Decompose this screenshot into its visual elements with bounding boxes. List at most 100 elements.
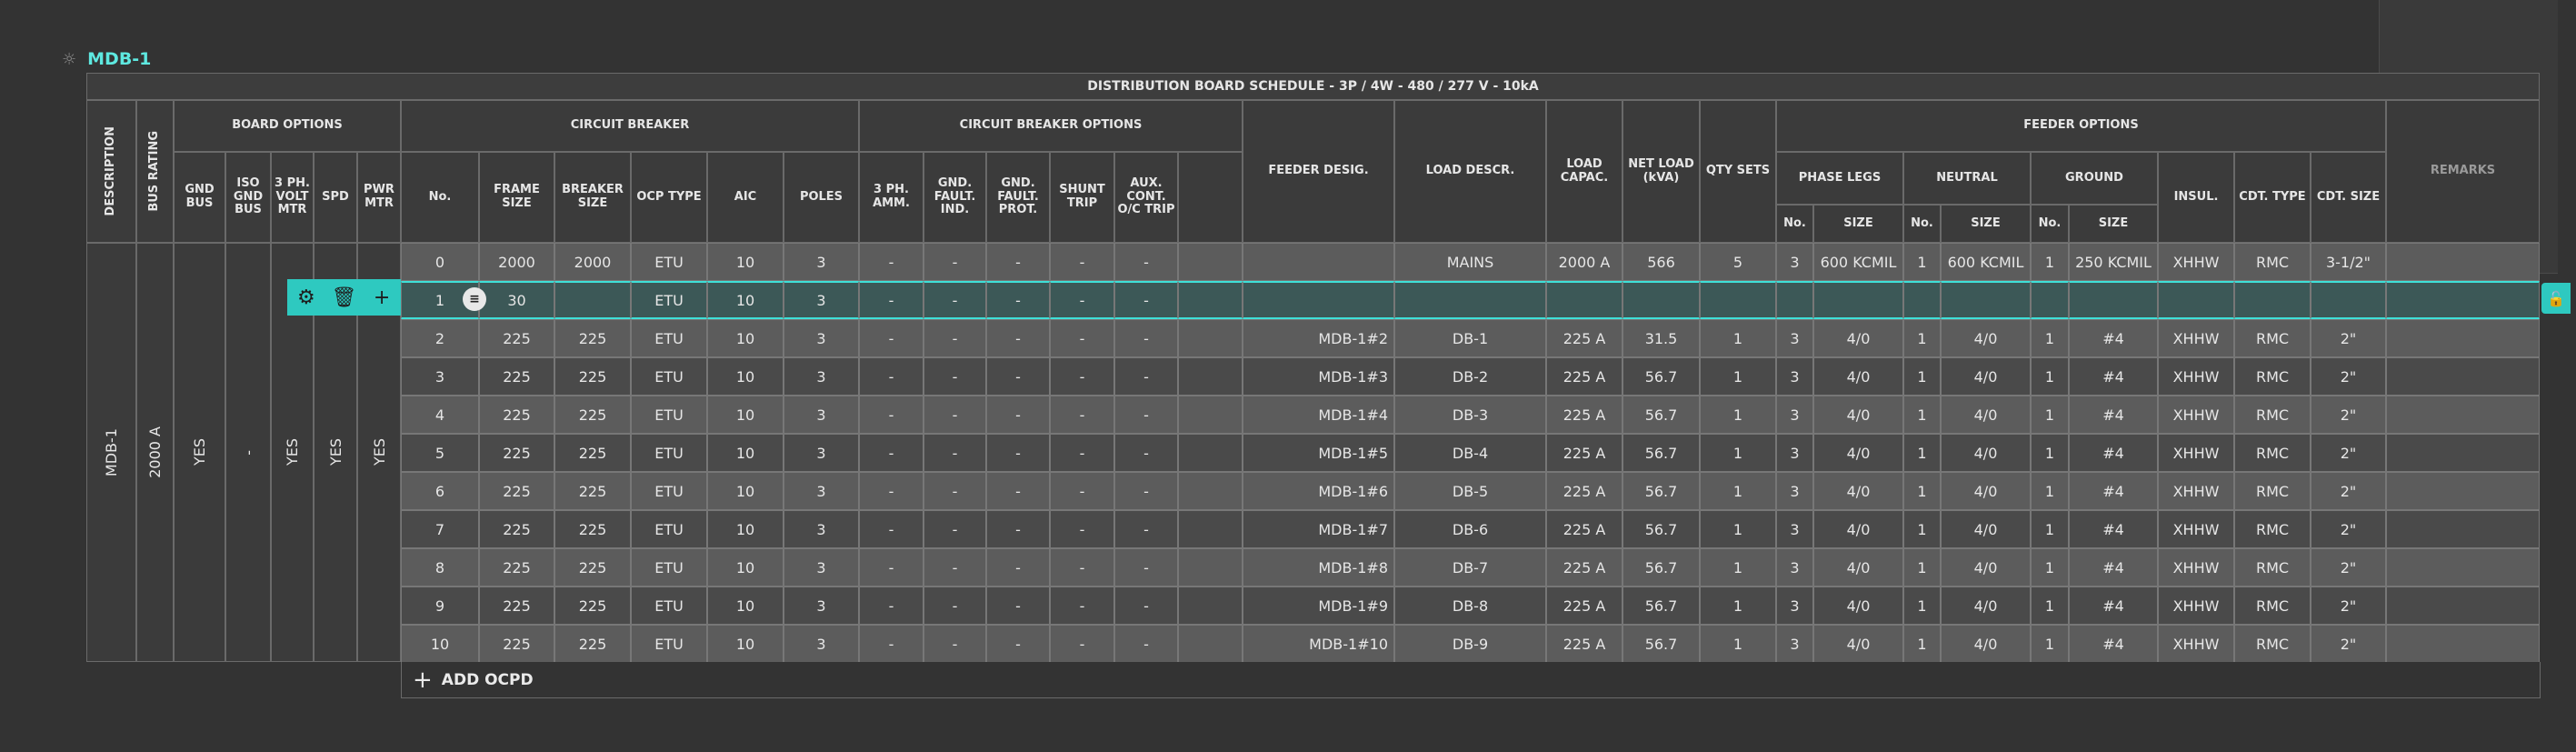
cell-aux[interactable]: - bbox=[1114, 434, 1178, 472]
cell-gfp[interactable]: - bbox=[986, 357, 1050, 396]
cell-n-no[interactable] bbox=[1903, 281, 1941, 319]
cell-g-size[interactable]: #4 bbox=[2069, 319, 2158, 357]
cell-cdt-type[interactable]: RMC bbox=[2234, 472, 2311, 510]
cell-feeder[interactable]: MDB-1#7 bbox=[1243, 510, 1394, 548]
cell-qty[interactable]: 1 bbox=[1700, 396, 1776, 434]
cell-capac[interactable]: 225 A bbox=[1546, 319, 1622, 357]
cell-g-no[interactable]: 1 bbox=[2031, 587, 2069, 625]
cell-n-size[interactable]: 4/0 bbox=[1941, 319, 2031, 357]
cell-aic[interactable]: 10 bbox=[707, 281, 784, 319]
cell-poles[interactable]: 3 bbox=[784, 357, 859, 396]
cell-feeder[interactable]: MDB-1#5 bbox=[1243, 434, 1394, 472]
cell-frame[interactable]: 30 bbox=[479, 281, 554, 319]
cell-n-size[interactable]: 4/0 bbox=[1941, 510, 2031, 548]
cell-remarks[interactable] bbox=[2386, 281, 2540, 319]
cell-capac[interactable]: 225 A bbox=[1546, 434, 1622, 472]
cell-net[interactable]: 56.7 bbox=[1622, 548, 1700, 587]
cell-g-no[interactable]: 1 bbox=[2031, 357, 2069, 396]
cell-capac[interactable]: 2000 A bbox=[1546, 243, 1622, 281]
cell-cdt-size[interactable] bbox=[2311, 281, 2386, 319]
cell-frame[interactable]: 225 bbox=[479, 472, 554, 510]
cell-n-no[interactable]: 1 bbox=[1903, 243, 1941, 281]
cell-poles[interactable]: 3 bbox=[784, 472, 859, 510]
cell-no[interactable]: 8 bbox=[401, 548, 479, 587]
cell-g-size[interactable]: #4 bbox=[2069, 472, 2158, 510]
cell-n-size[interactable] bbox=[1941, 281, 2031, 319]
cell-shunt[interactable]: - bbox=[1050, 319, 1114, 357]
cell-ph-size[interactable] bbox=[1813, 281, 1903, 319]
cell-n-size[interactable]: 4/0 bbox=[1941, 434, 2031, 472]
cell-blank[interactable] bbox=[1178, 243, 1243, 281]
cell-ocp[interactable]: ETU bbox=[631, 587, 707, 625]
cell-qty[interactable]: 1 bbox=[1700, 472, 1776, 510]
cell-cdt-type[interactable]: RMC bbox=[2234, 243, 2311, 281]
cell-frame[interactable]: 225 bbox=[479, 357, 554, 396]
cell-qty[interactable]: 1 bbox=[1700, 434, 1776, 472]
cell-aic[interactable]: 10 bbox=[707, 396, 784, 434]
cell-remarks[interactable] bbox=[2386, 548, 2540, 587]
cell-g-size[interactable]: #4 bbox=[2069, 548, 2158, 587]
cell-gfi[interactable]: - bbox=[924, 396, 986, 434]
cell-frame[interactable]: 225 bbox=[479, 625, 554, 663]
cell-gfi[interactable]: - bbox=[924, 281, 986, 319]
cell-aic[interactable]: 10 bbox=[707, 625, 784, 663]
cell-aic[interactable]: 10 bbox=[707, 319, 784, 357]
cell-ocp[interactable]: ETU bbox=[631, 243, 707, 281]
cell-aux[interactable]: - bbox=[1114, 243, 1178, 281]
cell-shunt[interactable]: - bbox=[1050, 281, 1114, 319]
cell-load[interactable]: DB-5 bbox=[1394, 472, 1546, 510]
cell-breaker[interactable] bbox=[554, 281, 631, 319]
cell-cdt-type[interactable] bbox=[2234, 281, 2311, 319]
cell-n-no[interactable]: 1 bbox=[1903, 510, 1941, 548]
cell-ocp[interactable]: ETU bbox=[631, 357, 707, 396]
cell-gfp[interactable]: - bbox=[986, 319, 1050, 357]
cell-gfp[interactable]: - bbox=[986, 396, 1050, 434]
cell-n-no[interactable]: 1 bbox=[1903, 587, 1941, 625]
cell-ocp[interactable]: ETU bbox=[631, 472, 707, 510]
cell-cdt-size[interactable]: 2" bbox=[2311, 434, 2386, 472]
cell-shunt[interactable]: - bbox=[1050, 434, 1114, 472]
cell-g-size[interactable]: 250 KCMIL bbox=[2069, 243, 2158, 281]
cell-gfi[interactable]: - bbox=[924, 587, 986, 625]
cell-cdt-size[interactable]: 2" bbox=[2311, 357, 2386, 396]
cell-poles[interactable]: 3 bbox=[784, 587, 859, 625]
cell-breaker[interactable]: 225 bbox=[554, 434, 631, 472]
cell-ph-size[interactable]: 4/0 bbox=[1813, 396, 1903, 434]
cell-n-size[interactable]: 600 KCMIL bbox=[1941, 243, 2031, 281]
cell-cdt-type[interactable]: RMC bbox=[2234, 548, 2311, 587]
cell-amm[interactable]: - bbox=[859, 281, 924, 319]
cell-insul[interactable]: XHHW bbox=[2158, 472, 2234, 510]
cell-ph-size[interactable]: 4/0 bbox=[1813, 587, 1903, 625]
cell-qty[interactable]: 1 bbox=[1700, 548, 1776, 587]
cell-n-no[interactable]: 1 bbox=[1903, 319, 1941, 357]
cell-feeder[interactable]: MDB-1#2 bbox=[1243, 319, 1394, 357]
cell-breaker[interactable]: 225 bbox=[554, 587, 631, 625]
cell-ph-size[interactable]: 600 KCMIL bbox=[1813, 243, 1903, 281]
cell-qty[interactable]: 1 bbox=[1700, 319, 1776, 357]
cell-shunt[interactable]: - bbox=[1050, 548, 1114, 587]
cell-blank[interactable] bbox=[1178, 587, 1243, 625]
cell-no[interactable]: 3 bbox=[401, 357, 479, 396]
cell-remarks[interactable] bbox=[2386, 510, 2540, 548]
cell-feeder[interactable] bbox=[1243, 243, 1394, 281]
cell-gfi[interactable]: - bbox=[924, 625, 986, 663]
cell-net[interactable] bbox=[1622, 281, 1700, 319]
cell-remarks[interactable] bbox=[2386, 243, 2540, 281]
cell-poles[interactable]: 3 bbox=[784, 548, 859, 587]
cell-n-no[interactable]: 1 bbox=[1903, 548, 1941, 587]
cell-g-size[interactable]: #4 bbox=[2069, 357, 2158, 396]
cell-no[interactable]: 9 bbox=[401, 587, 479, 625]
cell-no[interactable]: 10 bbox=[401, 625, 479, 663]
cell-n-size[interactable]: 4/0 bbox=[1941, 396, 2031, 434]
cell-frame[interactable]: 225 bbox=[479, 319, 554, 357]
cell-cdt-size[interactable]: 2" bbox=[2311, 319, 2386, 357]
cell-poles[interactable]: 3 bbox=[784, 281, 859, 319]
cell-amm[interactable]: - bbox=[859, 357, 924, 396]
cell-breaker[interactable]: 225 bbox=[554, 472, 631, 510]
cell-gfi[interactable]: - bbox=[924, 548, 986, 587]
cell-capac[interactable]: 225 A bbox=[1546, 357, 1622, 396]
cell-load[interactable] bbox=[1394, 281, 1546, 319]
cell-frame[interactable]: 2000 bbox=[479, 243, 554, 281]
cell-cdt-size[interactable]: 2" bbox=[2311, 587, 2386, 625]
cell-g-no[interactable] bbox=[2031, 281, 2069, 319]
